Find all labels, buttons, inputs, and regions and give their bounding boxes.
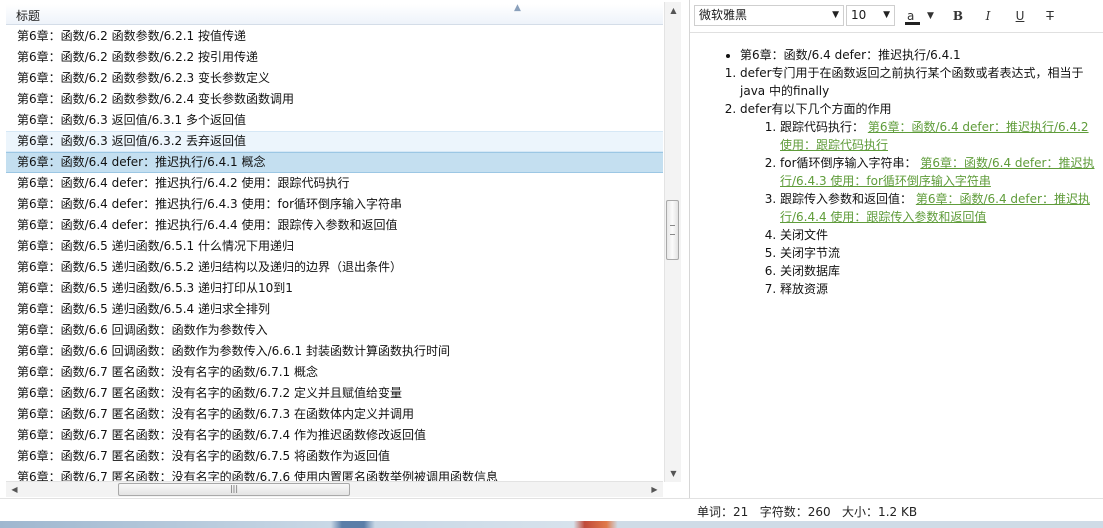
scroll-right-icon[interactable]: ▶ bbox=[646, 481, 663, 498]
list-item[interactable]: 第6章：函数/6.4 defer：推迟执行/6.4.4 使用：跟踪传入参数和返回… bbox=[6, 215, 663, 236]
chevron-down-icon: ▼ bbox=[832, 10, 839, 20]
list-item[interactable]: 第6章：函数/6.2 函数参数/6.2.1 按值传递 bbox=[6, 26, 663, 47]
font-size-value: 10 bbox=[851, 8, 867, 22]
list-item[interactable]: 第6章：函数/6.7 匿名函数：没有名字的函数/6.7.2 定义并且赋值给变量 bbox=[6, 383, 663, 404]
font-family-value: 微软雅黑 bbox=[699, 8, 748, 22]
list-item: defer有以下几个方面的作用 跟踪代码执行： 第6章：函数/6.4 defer… bbox=[740, 100, 1100, 298]
bullet-item: 第6章：函数/6.4 defer：推迟执行/6.4.1 bbox=[740, 46, 1103, 64]
list-item-text: 跟踪传入参数和返回值： bbox=[780, 192, 913, 206]
outline-list-pane: 标题 ▲ 第6章：函数/6.2 函数参数/6.2.1 按值传递 第6章：函数/6.… bbox=[0, 0, 690, 498]
list-item[interactable]: 第6章：函数/6.7 匿名函数：没有名字的函数/6.7.4 作为推迟函数修改返回… bbox=[6, 425, 663, 446]
list-item[interactable]: 第6章：函数/6.5 递归函数/6.5.1 什么情况下用递归 bbox=[6, 236, 663, 257]
list-item[interactable]: 第6章：函数/6.6 回调函数：函数作为参数传入 bbox=[6, 320, 663, 341]
scroll-down-icon[interactable]: ▼ bbox=[665, 465, 682, 482]
taskbar-edge bbox=[0, 521, 1103, 528]
numbered-list: defer专门用于在函数返回之前执行某个函数或者表达式，相当于java 中的fi… bbox=[690, 64, 1100, 298]
list-item[interactable]: 第6章：函数/6.4 defer：推迟执行/6.4.2 使用：跟踪代码执行 bbox=[6, 173, 663, 194]
list-item: for循环倒序输入字符串： 第6章：函数/6.4 defer：推迟执行/6.4.… bbox=[780, 154, 1100, 190]
vertical-scrollbar[interactable]: ▲ ▼ bbox=[664, 2, 681, 482]
italic-button[interactable]: I bbox=[978, 6, 998, 26]
scroll-up-icon[interactable]: ▲ bbox=[665, 2, 682, 19]
list-item[interactable]: 第6章：函数/6.7 匿名函数：没有名字的函数/6.7.6 使用内置匿名函数举例… bbox=[6, 467, 663, 482]
list-item[interactable]: 第6章：函数/6.7 匿名函数：没有名字的函数/6.7.1 概念 bbox=[6, 362, 663, 383]
document-stats: 单词：21 字符数：260 大小：1.2 KB bbox=[697, 505, 918, 519]
format-toolbar: 微软雅黑 ▼ 10 ▼ a ▼ B I U T bbox=[690, 0, 1103, 33]
list-column-header[interactable]: 标题 ▲ bbox=[6, 3, 663, 25]
list-item[interactable]: 第6章：函数/6.4 defer：推迟执行/6.4.1 概念 bbox=[6, 152, 663, 173]
list-item[interactable]: 第6章：函数/6.2 函数参数/6.2.2 按引用传递 bbox=[6, 47, 663, 68]
list-item[interactable]: 第6章：函数/6.7 匿名函数：没有名字的函数/6.7.3 在函数体内定义并调用 bbox=[6, 404, 663, 425]
list-item[interactable]: 第6章：函数/6.3 返回值/6.3.1 多个返回值 bbox=[6, 110, 663, 131]
list-item: 跟踪传入参数和返回值： 第6章：函数/6.4 defer：推迟执行/6.4.4 … bbox=[780, 190, 1100, 226]
horizontal-scrollbar[interactable]: ◀ ||| ▶ bbox=[6, 481, 663, 497]
list-item[interactable]: 第6章：函数/6.6 回调函数：函数作为参数传入/6.6.1 封装函数计算函数执… bbox=[6, 341, 663, 362]
strikethrough-button[interactable]: T bbox=[1040, 6, 1060, 26]
list-item[interactable]: 第6章：函数/6.2 函数参数/6.2.3 变长参数定义 bbox=[6, 68, 663, 89]
chevron-down-icon[interactable]: ▼ bbox=[927, 6, 934, 26]
list-item[interactable]: 第6章：函数/6.4 defer：推迟执行/6.4.3 使用：for循环倒序输入… bbox=[6, 194, 663, 215]
scroll-left-icon[interactable]: ◀ bbox=[6, 481, 23, 498]
status-bar: 单词：21 字符数：260 大小：1.2 KB bbox=[0, 498, 1103, 521]
list-item: 关闭文件 bbox=[780, 226, 1100, 244]
horizontal-scroll-thumb[interactable]: ||| bbox=[118, 483, 350, 496]
list-item: 跟踪代码执行： 第6章：函数/6.4 defer：推迟执行/6.4.2 使用：跟… bbox=[780, 118, 1100, 154]
note-editor-pane: 微软雅黑 ▼ 10 ▼ a ▼ B I U T 第6章：函数/6.4 defer… bbox=[690, 0, 1103, 498]
bullet-list: 第6章：函数/6.4 defer：推迟执行/6.4.1 bbox=[690, 46, 1103, 64]
column-title: 标题 bbox=[16, 9, 41, 23]
vertical-scroll-thumb[interactable] bbox=[666, 200, 679, 260]
list-item: 关闭数据库 bbox=[780, 262, 1100, 280]
sort-ascending-icon: ▲ bbox=[514, 3, 521, 13]
color-swatch bbox=[905, 22, 920, 25]
note-content[interactable]: 第6章：函数/6.4 defer：推迟执行/6.4.1 defer专门用于在函数… bbox=[690, 34, 1103, 496]
list-item[interactable]: 第6章：函数/6.5 递归函数/6.5.4 递归求全排列 bbox=[6, 299, 663, 320]
chevron-down-icon: ▼ bbox=[883, 10, 890, 20]
text-color-button[interactable]: a ▼ bbox=[904, 6, 938, 26]
list-item: defer专门用于在函数返回之前执行某个函数或者表达式，相当于java 中的fi… bbox=[740, 64, 1100, 100]
font-family-select[interactable]: 微软雅黑 ▼ bbox=[694, 5, 844, 26]
list-item[interactable]: 第6章：函数/6.3 返回值/6.3.2 丢弃返回值 bbox=[6, 131, 663, 152]
font-size-select[interactable]: 10 ▼ bbox=[846, 5, 895, 26]
list-item[interactable]: 第6章：函数/6.5 递归函数/6.5.3 递归打印从10到1 bbox=[6, 278, 663, 299]
underline-button[interactable]: U bbox=[1010, 6, 1030, 26]
bold-button[interactable]: B bbox=[948, 6, 968, 26]
list-item[interactable]: 第6章：函数/6.7 匿名函数：没有名字的函数/6.7.5 将函数作为返回值 bbox=[6, 446, 663, 467]
list-item: 释放资源 bbox=[780, 280, 1100, 298]
list-item: 关闭字节流 bbox=[780, 244, 1100, 262]
list-item-text: for循环倒序输入字符串： bbox=[780, 156, 917, 170]
outline-rows: 第6章：函数/6.2 函数参数/6.2.1 按值传递 第6章：函数/6.2 函数参… bbox=[6, 26, 663, 482]
list-item-text: 跟踪代码执行： bbox=[780, 120, 865, 134]
list-item[interactable]: 第6章：函数/6.5 递归函数/6.5.2 递归结构以及递归的边界（退出条件） bbox=[6, 257, 663, 278]
list-item-text: defer有以下几个方面的作用 bbox=[740, 102, 892, 116]
nested-numbered-list: 跟踪代码执行： 第6章：函数/6.4 defer：推迟执行/6.4.2 使用：跟… bbox=[740, 118, 1100, 298]
list-item[interactable]: 第6章：函数/6.2 函数参数/6.2.4 变长参数函数调用 bbox=[6, 89, 663, 110]
